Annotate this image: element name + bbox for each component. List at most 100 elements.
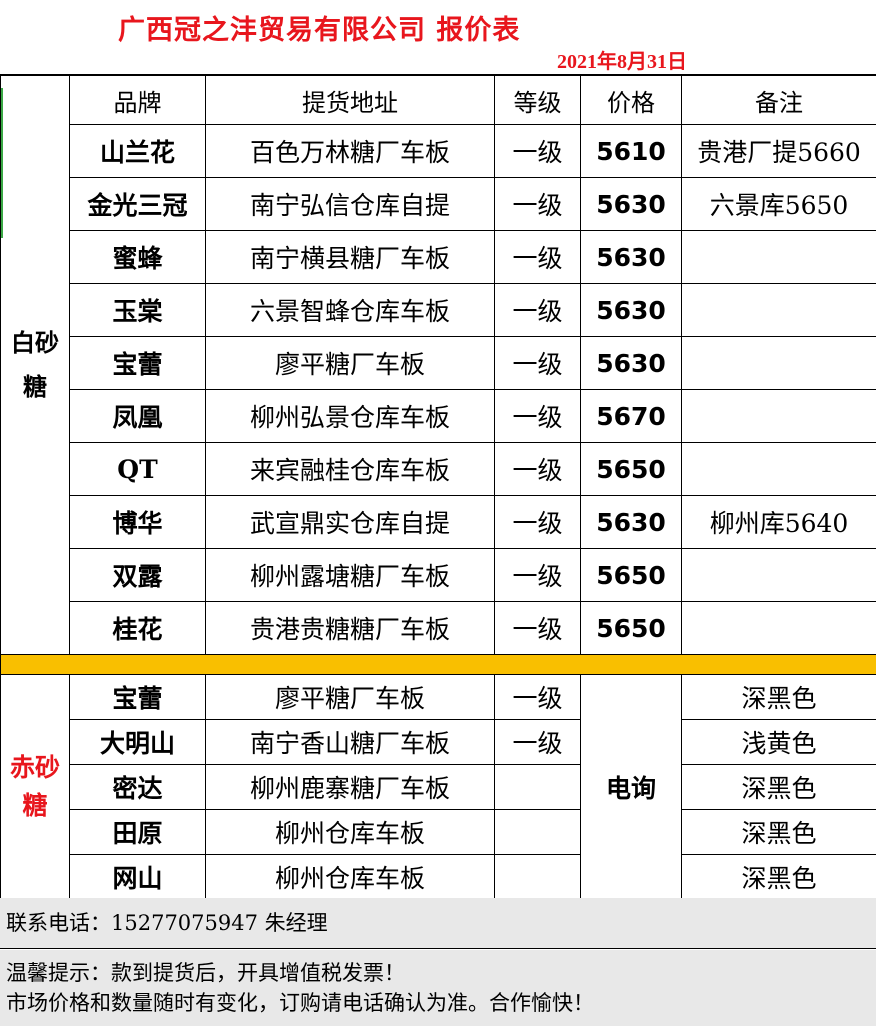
price-sheet: 广西冠之沣贸易有限公司 报价表 2021年8月31日 白砂糖 品牌 提货地址 等… bbox=[0, 0, 876, 1026]
address-cell: 柳州仓库车板 bbox=[205, 809, 495, 855]
note-cell bbox=[681, 601, 876, 655]
address-cell: 廖平糖厂车板 bbox=[205, 336, 495, 390]
grade-cell: 一级 bbox=[494, 230, 581, 284]
page-title: 广西冠之沣贸易有限公司 报价表 bbox=[118, 15, 521, 46]
header-brand: 品牌 bbox=[69, 75, 206, 125]
tip-invoice: 温馨提示：款到提货后，开具增值税发票！ bbox=[6, 961, 405, 985]
price-cell: 5670 bbox=[580, 389, 682, 443]
price-cell: 5650 bbox=[580, 442, 682, 496]
note-cell: 柳州库5640 bbox=[681, 495, 876, 549]
price-cell: 5630 bbox=[580, 283, 682, 337]
footer-notes: 温馨提示：款到提货后，开具增值税发票！ 市场价格和数量随时有变化，订购请电话确认… bbox=[0, 950, 876, 1026]
category-white-sugar: 白砂糖 bbox=[0, 75, 70, 655]
table-row: 大明山 南宁香山糖厂车板 一级 浅黄色 bbox=[1, 719, 876, 765]
address-cell: 柳州弘景仓库车板 bbox=[205, 389, 495, 443]
price-cell: 5630 bbox=[580, 230, 682, 284]
note-cell: 深黑色 bbox=[681, 674, 876, 720]
table-row: 双露 柳州露塘糖厂车板 一级 5650 bbox=[1, 548, 876, 602]
grade-cell bbox=[494, 854, 581, 900]
price-cell: 5630 bbox=[580, 336, 682, 390]
brand-cell: 玉棠 bbox=[69, 283, 206, 337]
note-cell bbox=[681, 548, 876, 602]
price-cell: 5610 bbox=[580, 124, 682, 178]
brand-cell: 桂花 bbox=[69, 601, 206, 655]
address-cell: 南宁弘信仓库自提 bbox=[205, 177, 495, 231]
brand-cell: 密达 bbox=[69, 764, 206, 810]
address-cell: 南宁香山糖厂车板 bbox=[205, 719, 495, 765]
brand-cell: QT bbox=[69, 442, 206, 496]
address-cell: 来宾融桂仓库车板 bbox=[205, 442, 495, 496]
note-cell: 深黑色 bbox=[681, 854, 876, 900]
grade-cell bbox=[494, 764, 581, 810]
grade-cell: 一级 bbox=[494, 719, 581, 765]
note-cell bbox=[681, 389, 876, 443]
brand-cell: 山兰花 bbox=[69, 124, 206, 178]
brand-cell: 宝蕾 bbox=[69, 674, 206, 720]
table-row: 玉棠 六景智蜂仓库车板 一级 5630 bbox=[1, 283, 876, 337]
address-cell: 柳州鹿寨糖厂车板 bbox=[205, 764, 495, 810]
grade-cell: 一级 bbox=[494, 674, 581, 720]
divider-band-cell bbox=[0, 654, 876, 675]
table-row: 山兰花 百色万林糖厂车板 一级 5610 贵港厂提5660 bbox=[1, 124, 876, 178]
header-note: 备注 bbox=[681, 75, 876, 125]
address-cell: 贵港贵糖糖厂车板 bbox=[205, 601, 495, 655]
price-inquiry-cell: 电询 bbox=[580, 674, 682, 900]
table-row: 密达 柳州鹿寨糖厂车板 深黑色 bbox=[1, 764, 876, 810]
brand-cell: 网山 bbox=[69, 854, 206, 900]
note-cell: 六景库5650 bbox=[681, 177, 876, 231]
grade-cell: 一级 bbox=[494, 177, 581, 231]
grade-cell: 一级 bbox=[494, 495, 581, 549]
brand-cell: 双露 bbox=[69, 548, 206, 602]
address-cell: 南宁横县糖厂车板 bbox=[205, 230, 495, 284]
category-red-sugar-label: 赤砂糖 bbox=[9, 753, 60, 820]
table-row: 赤砂糖 宝蕾 廖平糖厂车板 一级 电询 深黑色 bbox=[0, 674, 876, 900]
grade-cell: 一级 bbox=[494, 124, 581, 178]
header-grade: 等级 bbox=[494, 75, 581, 125]
brand-cell: 凤凰 bbox=[69, 389, 206, 443]
brand-cell: 博华 bbox=[69, 495, 206, 549]
tip-price-change: 市场价格和数量随时有变化，订购请电话确认为准。合作愉快！ bbox=[6, 991, 594, 1015]
header-address: 提货地址 bbox=[205, 75, 495, 125]
price-cell: 5630 bbox=[580, 495, 682, 549]
brand-cell: 大明山 bbox=[69, 719, 206, 765]
grade-cell: 一级 bbox=[494, 336, 581, 390]
note-cell: 贵港厂提5660 bbox=[681, 124, 876, 178]
note-cell bbox=[681, 442, 876, 496]
table-row: 田原 柳州仓库车板 深黑色 bbox=[1, 809, 876, 855]
table-row: 蜜蜂 南宁横县糖厂车板 一级 5630 bbox=[1, 230, 876, 284]
note-cell bbox=[681, 283, 876, 337]
note-cell: 深黑色 bbox=[681, 809, 876, 855]
address-cell: 百色万林糖厂车板 bbox=[205, 124, 495, 178]
brand-cell: 蜜蜂 bbox=[69, 230, 206, 284]
brand-cell: 金光三冠 bbox=[69, 177, 206, 231]
section-divider-band bbox=[0, 654, 876, 675]
table-row: QT 来宾融桂仓库车板 一级 5650 bbox=[1, 442, 876, 496]
grade-cell: 一级 bbox=[494, 548, 581, 602]
address-cell: 武宣鼎实仓库自提 bbox=[205, 495, 495, 549]
price-cell: 5630 bbox=[580, 177, 682, 231]
note-cell bbox=[681, 230, 876, 284]
table-header-row: 白砂糖 品牌 提货地址 等级 价格 备注 bbox=[0, 75, 876, 655]
address-cell: 六景智蜂仓库车板 bbox=[205, 283, 495, 337]
grade-cell bbox=[494, 809, 581, 855]
table-row: 金光三冠 南宁弘信仓库自提 一级 5630 六景库5650 bbox=[1, 177, 876, 231]
quote-date: 2021年8月31日 bbox=[557, 51, 687, 73]
table-row: 凤凰 柳州弘景仓库车板 一级 5670 bbox=[1, 389, 876, 443]
address-cell: 廖平糖厂车板 bbox=[205, 674, 495, 720]
table-row: 宝蕾 廖平糖厂车板 一级 5630 bbox=[1, 336, 876, 390]
table-row: 桂花 贵港贵糖糖厂车板 一级 5650 bbox=[1, 601, 876, 655]
table-row: 网山 柳州仓库车板 深黑色 bbox=[1, 854, 876, 900]
contact-info: 联系电话：15277075947 朱经理 bbox=[0, 898, 876, 949]
note-cell: 深黑色 bbox=[681, 764, 876, 810]
brand-cell: 田原 bbox=[69, 809, 206, 855]
address-cell: 柳州露塘糖厂车板 bbox=[205, 548, 495, 602]
grade-cell: 一级 bbox=[494, 389, 581, 443]
brand-cell: 宝蕾 bbox=[69, 336, 206, 390]
price-cell: 5650 bbox=[580, 601, 682, 655]
note-cell bbox=[681, 336, 876, 390]
header-price: 价格 bbox=[580, 75, 682, 125]
grade-cell: 一级 bbox=[494, 601, 581, 655]
grade-cell: 一级 bbox=[494, 283, 581, 337]
address-cell: 柳州仓库车板 bbox=[205, 854, 495, 900]
table-row: 博华 武宣鼎实仓库自提 一级 5630 柳州库5640 bbox=[1, 495, 876, 549]
